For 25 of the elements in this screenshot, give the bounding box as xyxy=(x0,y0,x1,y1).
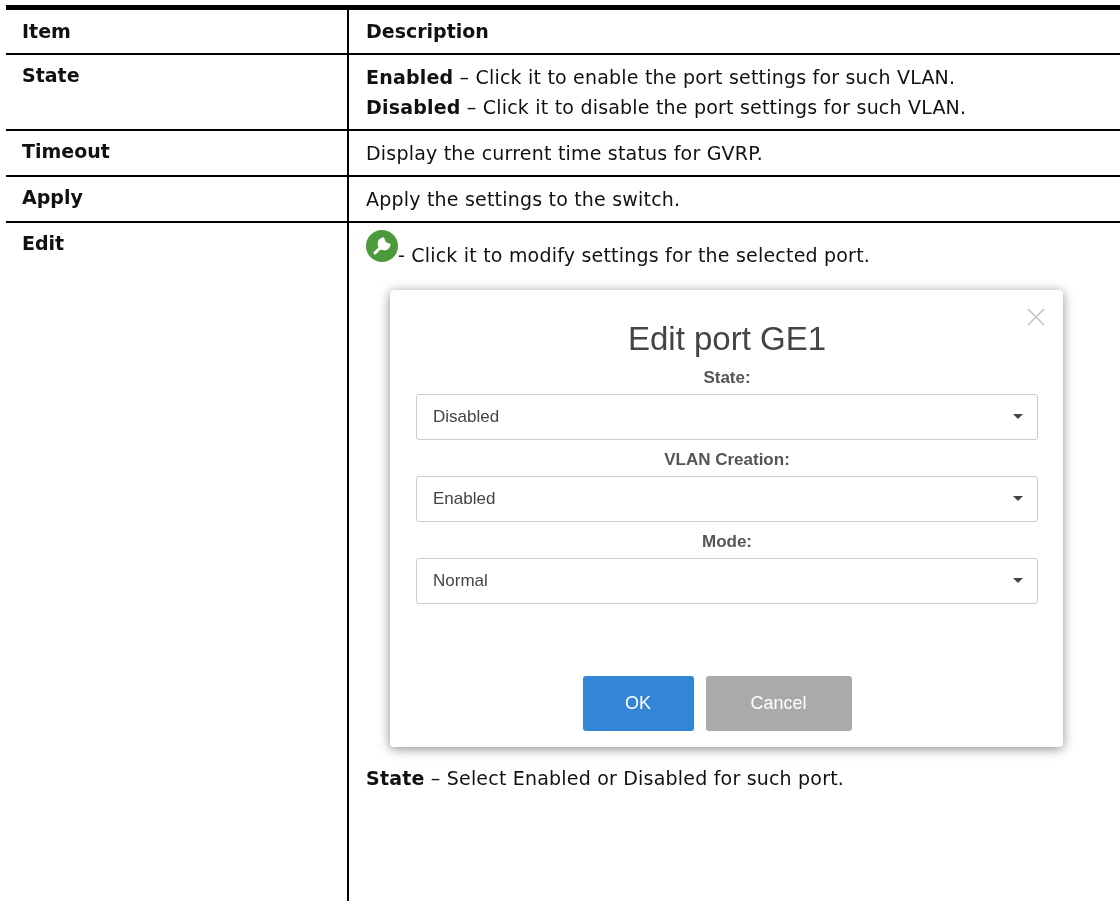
ok-button[interactable]: OK xyxy=(582,676,694,731)
column-header: Description xyxy=(366,20,490,42)
description-text: - Click it to modify settings for the selected port. xyxy=(398,243,871,268)
description-text: State – Select Enabled or Disabled for such port. xyxy=(366,766,846,791)
select-field[interactable]: Normal xyxy=(416,558,1038,604)
select-field[interactable]: Disabled xyxy=(416,394,1038,440)
column-header: Item xyxy=(22,20,72,42)
close-icon[interactable] xyxy=(1027,308,1045,326)
item-name: Timeout xyxy=(22,140,111,162)
caret-icon xyxy=(1013,578,1023,584)
wrench-icon[interactable] xyxy=(366,230,398,262)
caret-icon xyxy=(1013,496,1023,502)
description-text: Display the current time status for GVRP. xyxy=(366,141,765,166)
item-name: Edit xyxy=(22,232,66,254)
description-text: Apply the settings to the switch. xyxy=(366,187,682,212)
dialog-title: Edit port GE1 xyxy=(627,320,827,358)
field-label: VLAN Creation: xyxy=(664,450,790,470)
field-label: Mode: xyxy=(701,532,752,552)
select-field[interactable]: Enabled xyxy=(416,476,1038,522)
field-label: State: xyxy=(703,368,751,388)
caret-icon xyxy=(1013,414,1023,420)
item-name: State xyxy=(22,64,81,86)
item-name: Apply xyxy=(22,186,84,208)
description-text: Enabled – Click it to enable the port settings for such VLAN. xyxy=(366,65,957,90)
description-text: Disabled – Click it to disable the port settings for such VLAN. xyxy=(366,95,968,120)
